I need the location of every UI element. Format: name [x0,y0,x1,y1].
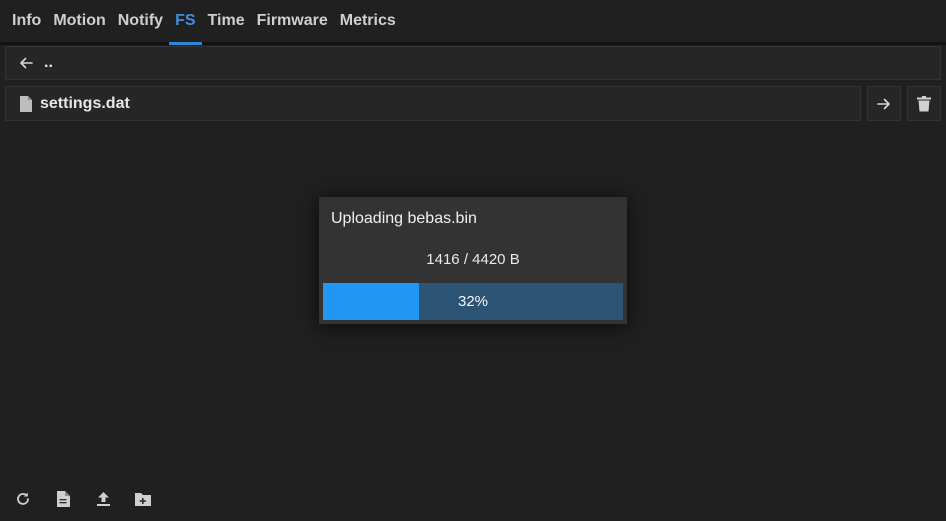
new-file-icon [56,490,71,508]
refresh-button[interactable] [10,486,36,512]
upload-button[interactable] [90,486,116,512]
tab-bar: Info Motion Notify FS Time Firmware Metr… [0,0,946,45]
upload-dialog: Uploading bebas.bin 1416 / 4420 B 32% [319,197,627,324]
arrow-left-icon [18,55,34,71]
open-file-button[interactable] [867,86,901,121]
new-file-button[interactable] [50,486,76,512]
new-folder-icon [134,492,152,507]
arrow-right-icon [876,96,892,112]
tab-firmware[interactable]: Firmware [251,0,334,42]
delete-file-button[interactable] [907,86,941,121]
parent-directory-row[interactable]: .. [5,46,941,80]
new-folder-button[interactable] [130,486,156,512]
upload-dialog-title: Uploading bebas.bin [331,210,477,227]
parent-directory-label: .. [44,54,53,71]
tab-info[interactable]: Info [0,0,47,42]
file-row[interactable]: settings.dat [5,86,861,121]
file-name: settings.dat [40,94,130,112]
refresh-icon [15,491,31,507]
upload-progress-percent: 32% [457,293,489,310]
tab-time[interactable]: Time [202,0,251,42]
app-window: Info Motion Notify FS Time Firmware Metr… [0,0,946,521]
tab-metrics[interactable]: Metrics [334,0,402,42]
upload-icon [96,491,111,507]
tab-motion[interactable]: Motion [47,0,111,42]
trash-icon [917,95,931,112]
tab-fs[interactable]: FS [169,0,202,45]
bottom-toolbar [10,486,170,512]
file-icon [18,95,34,113]
upload-bytes-counter: 1416 / 4420 B [426,251,520,268]
upload-progress-bar: 32% [323,283,623,320]
tab-notify[interactable]: Notify [112,0,169,42]
